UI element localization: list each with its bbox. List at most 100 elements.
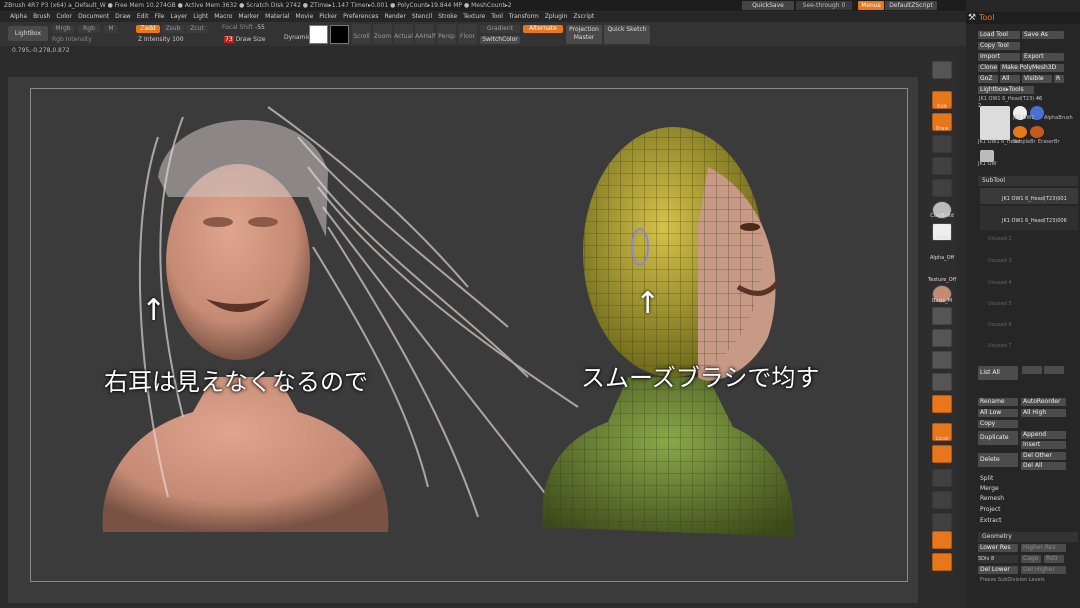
rgb-button[interactable]: Rgb [78, 25, 100, 33]
tool-thumbnail-eraser[interactable] [1030, 126, 1044, 138]
projection-master-button[interactable]: Projection Master [566, 25, 602, 44]
import-button[interactable]: Import [978, 53, 1020, 61]
bpr-icon[interactable] [932, 61, 952, 79]
lightbox-button[interactable]: LightBox [8, 26, 48, 41]
menu-stroke[interactable]: Stroke [438, 12, 457, 22]
menu-color[interactable]: Color [56, 12, 72, 22]
alternate-button[interactable]: Alternate [523, 25, 563, 33]
save-as-button[interactable]: Save As [1022, 31, 1064, 39]
focal-shift-slider[interactable]: Focal Shift -55 [222, 24, 265, 31]
menu-brush[interactable]: Brush [33, 12, 50, 22]
menu-alpha[interactable]: Alpha [10, 12, 27, 22]
del-lower-button[interactable]: Del Lower [978, 566, 1018, 574]
mrgb-button[interactable]: Mrgb [52, 25, 74, 33]
all-button[interactable]: All [1000, 75, 1020, 83]
solo-icon[interactable] [932, 553, 952, 571]
tool-thumbnail-head[interactable] [980, 106, 1010, 140]
rename-button[interactable]: Rename [978, 398, 1018, 406]
tool-header[interactable]: ⚒ Tool [966, 12, 1080, 24]
down-arrow-button[interactable] [1044, 366, 1064, 374]
freeze-subdiv-button[interactable]: Freeze SubDivision Levels [980, 576, 1045, 585]
project-menu[interactable]: Project [980, 505, 1001, 514]
lower-res-button[interactable]: Lower Res [978, 544, 1018, 552]
texture-off-label[interactable]: Texture_Off [928, 277, 956, 283]
move-icon[interactable] [932, 135, 952, 153]
scale-view-icon[interactable] [932, 351, 952, 369]
scale-icon[interactable] [932, 157, 952, 175]
draw-size-slider[interactable]: 73 Draw Size [224, 36, 265, 43]
sdiv-slider[interactable]: SDiv 8 [978, 555, 1018, 563]
subtool-item[interactable]: JK1 OW1 6_Head(T23)001 [980, 188, 1078, 204]
del-higher-button[interactable]: Del Higher [1021, 566, 1066, 574]
main-color-swatch[interactable] [309, 25, 328, 44]
menu-zscript[interactable]: Zscript [573, 12, 594, 22]
subtool-item[interactable]: JK1 OW1 6_Head(T23)006 [980, 206, 1078, 230]
del-all-button[interactable]: Del All [1021, 462, 1066, 470]
duplicate-button[interactable]: Duplicate [978, 431, 1018, 445]
menu-document[interactable]: Document [78, 12, 109, 22]
merge-menu[interactable]: Merge [980, 484, 999, 493]
clone-button[interactable]: Clone [978, 64, 998, 72]
menu-stencil[interactable]: Stencil [412, 12, 432, 22]
menu-render[interactable]: Render [384, 12, 405, 22]
insert-button[interactable]: Insert [1021, 441, 1066, 449]
geometry-header[interactable]: Geometry [978, 532, 1078, 542]
menus-button[interactable]: Menus [858, 1, 884, 10]
menu-edit[interactable]: Edit [137, 12, 149, 22]
menu-zplugin[interactable]: Zplugin [545, 12, 568, 22]
split-menu[interactable]: Split [980, 474, 993, 483]
visible-button[interactable]: Visible [1022, 75, 1052, 83]
floor-button[interactable]: Floor [458, 24, 477, 44]
export-button[interactable]: Export [1022, 53, 1064, 61]
rotate-icon[interactable] [932, 179, 952, 197]
secondary-color-swatch[interactable] [330, 25, 349, 44]
tool-thumbnail-simplebrush[interactable] [1013, 126, 1027, 138]
delete-button[interactable]: Delete [978, 453, 1018, 467]
del-other-button[interactable]: Del Other [1021, 452, 1066, 460]
rotate-view-icon[interactable] [932, 373, 952, 391]
menu-preferences[interactable]: Preferences [343, 12, 378, 22]
up-arrow-button[interactable] [1022, 366, 1042, 374]
copy-button[interactable]: Copy [978, 420, 1018, 428]
menu-material[interactable]: Material [265, 12, 289, 22]
menu-draw[interactable]: Draw [115, 12, 131, 22]
menu-texture[interactable]: Texture [463, 12, 485, 22]
aahalf-button[interactable]: AAHalf [415, 24, 435, 44]
higher-res-button[interactable]: Higher Res [1021, 544, 1066, 552]
menu-transform[interactable]: Transform [509, 12, 539, 22]
menu-file[interactable]: File [154, 12, 164, 22]
rgb-intensity-label[interactable]: Rgb Intensity [52, 36, 92, 43]
switchcolor-button[interactable]: SwitchColor [480, 36, 520, 44]
polyf-icon[interactable] [932, 395, 952, 413]
frame-icon[interactable] [932, 307, 952, 325]
cage-button[interactable]: Cage [1021, 555, 1041, 563]
menu-layer[interactable]: Layer [171, 12, 188, 22]
zsub-button[interactable]: Zsub [162, 25, 184, 33]
ghost-icon[interactable] [932, 531, 952, 549]
gradient-button[interactable]: Gradient [480, 25, 520, 33]
script-button[interactable]: DefaultZScript [885, 1, 937, 10]
line-icon[interactable] [932, 491, 952, 509]
alpha-off-label[interactable]: Alpha_Off [928, 255, 956, 261]
make-polymesh-button[interactable]: Make PolyMesh3D [1000, 64, 1064, 72]
move-view-icon[interactable] [932, 329, 952, 347]
goz-button[interactable]: GoZ [978, 75, 998, 83]
menu-movie[interactable]: Movie [296, 12, 314, 22]
dynamic-button[interactable]: Dynamic [284, 34, 310, 41]
menu-tool[interactable]: Tool [491, 12, 503, 22]
menu-light[interactable]: Light [193, 12, 208, 22]
persp-icon[interactable] [932, 445, 952, 463]
zcut-button[interactable]: Zcut [186, 25, 208, 33]
subtool-header[interactable]: SubTool [978, 176, 1078, 186]
z-intensity-slider[interactable]: Z Intensity 100 [138, 36, 184, 43]
autoreorder-button[interactable]: AutoReorder [1021, 398, 1066, 406]
all-low-button[interactable]: All Low [978, 409, 1018, 417]
rstr-button[interactable]: Rstr [1044, 555, 1064, 563]
quicksave-button[interactable]: QuickSave [742, 1, 794, 10]
quick-sketch-button[interactable]: Quick Sketch [604, 25, 650, 44]
zadd-button[interactable]: Zadd [136, 25, 160, 33]
menu-macro[interactable]: Macro [214, 12, 232, 22]
load-tool-button[interactable]: Load Tool [978, 31, 1020, 39]
transp-icon[interactable] [932, 513, 952, 531]
list-all-button[interactable]: List All [978, 366, 1018, 380]
